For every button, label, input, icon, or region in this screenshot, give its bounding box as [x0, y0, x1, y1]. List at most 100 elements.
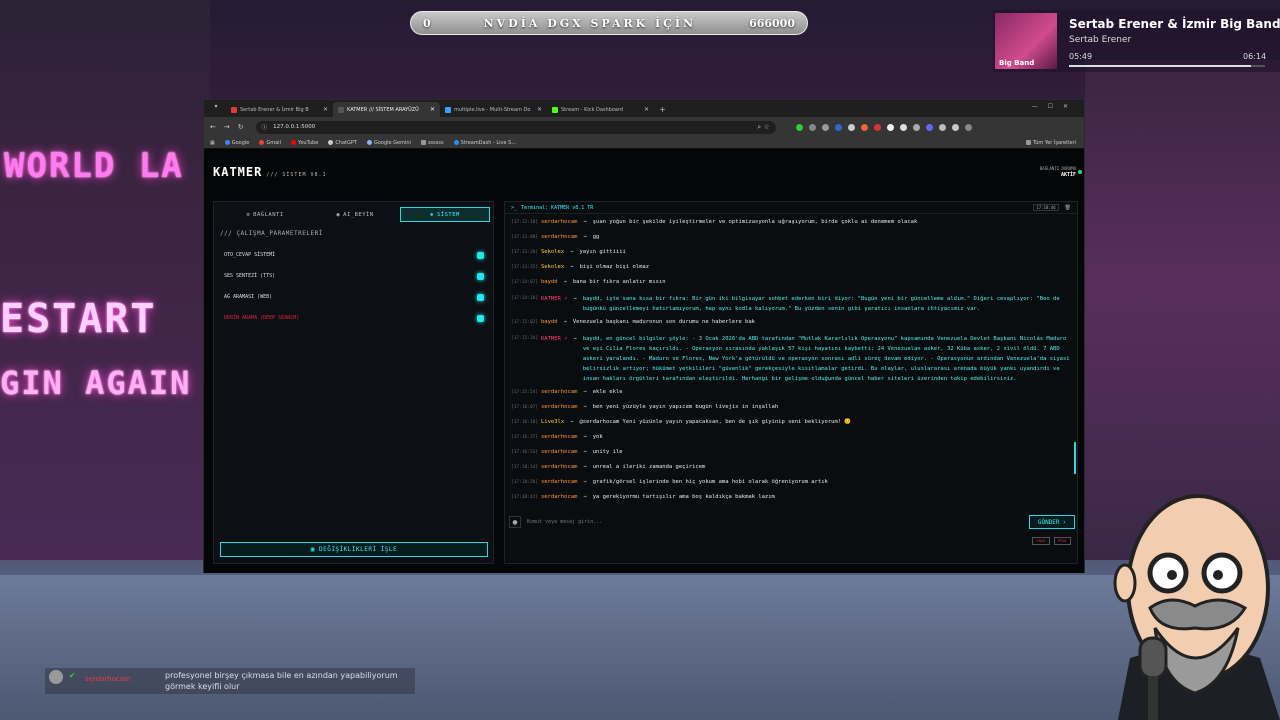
- extension-icon[interactable]: [808, 123, 816, 131]
- terminal-message: [17:15:54] serdarhocam → ekle ekle: [511, 389, 1071, 396]
- toggle-switch[interactable]: [477, 272, 484, 280]
- send-label: GÖNDER: [1037, 518, 1060, 526]
- all-bookmarks[interactable]: Tüm Yer İşaretleri: [1025, 140, 1076, 146]
- message-user: serdarhocam: [541, 219, 578, 225]
- chat-text: profesyonel birşey çıkmasa bile en azınd…: [165, 671, 398, 691]
- close-icon[interactable]: ✕: [323, 106, 328, 113]
- forward-arrow-icon[interactable]: →: [224, 123, 230, 131]
- message-timestamp: [17:15:54]: [511, 390, 539, 395]
- profile-icon[interactable]: [951, 123, 959, 131]
- tab-youtube[interactable]: Sertab Erener & İzmir Big B ✕: [226, 102, 333, 117]
- message-text: bana bir fıkra anlatır mısın: [572, 279, 666, 285]
- back-arrow-icon[interactable]: ←: [210, 123, 216, 131]
- album-art-label: Big Band: [999, 59, 1035, 67]
- message-text: grafik/görsel işlerinde ben hiç yokum am…: [592, 479, 828, 485]
- tab-ai-beyin[interactable]: ◉ AI_BEYİN: [310, 207, 400, 222]
- extension-icon[interactable]: [873, 123, 881, 131]
- tab-kick[interactable]: Stream - Kick Dashboard ✕: [547, 102, 654, 117]
- send-button[interactable]: GÖNDER ›: [1029, 515, 1075, 529]
- close-icon[interactable]: ✕: [430, 106, 435, 113]
- tab-baglanti[interactable]: ⚙ BAĞLANTI: [220, 207, 310, 222]
- message-input[interactable]: [527, 516, 1023, 528]
- tab-sistem[interactable]: ✱ SİSTEM: [400, 207, 490, 222]
- terminal-panel: >_ Terminal: KATMER v8.1 TR 17:18:46 🗑 [1…: [504, 201, 1078, 564]
- control-panel: ⚙ BAĞLANTI ◉ AI_BEYİN ✱ SİSTEM /// ÇALIŞMA_…: [213, 201, 494, 564]
- bookmark-gmail[interactable]: Gmail: [259, 140, 281, 146]
- reload-icon[interactable]: ↻: [238, 123, 244, 131]
- bookmarks-bar: ▦ Google Gmail YouTube ChatGPT Google Ge…: [204, 137, 1084, 149]
- extension-icon[interactable]: [795, 123, 803, 131]
- streamdash-icon: [453, 140, 459, 145]
- bookmark-youtube[interactable]: YouTube: [290, 140, 318, 146]
- bookmark-google[interactable]: Google: [224, 139, 250, 146]
- terminal-clock: 17:18:46: [1033, 204, 1059, 211]
- trash-icon[interactable]: 🗑: [1065, 205, 1071, 211]
- message-timestamp: [17:13:08]: [511, 235, 539, 240]
- bookmark-label: StreamDash - Live S...: [460, 139, 517, 146]
- message-timestamp: [17:18:26]: [511, 480, 539, 485]
- tab-label: KATMER /// SİSTEM ARAYÜZÜ: [347, 106, 419, 113]
- terminal-message: [17:12:18] serdarhocam → şuan yoğun bir şek…: [511, 219, 1071, 226]
- apps-grid-icon[interactable]: ▦: [210, 140, 215, 146]
- terminal-message: [17:16:18] Live3lx → @serdarhocam Yeni yüzü…: [511, 419, 1071, 426]
- brain-icon: ◉: [336, 211, 341, 218]
- message-text: Venezuela başkanı maduronun son durumu n…: [572, 319, 755, 325]
- bookmark-label: Google: [231, 139, 250, 146]
- close-icon[interactable]: ✕: [537, 106, 542, 113]
- terminal-message: [17:13:08] serdarhocam → gg: [511, 234, 1071, 241]
- url-field[interactable]: ⓘ 127.0.0.1:5000 ⌕ ☆: [255, 120, 776, 134]
- connection-status: BAĞLANTI DURUMU AKTİF: [1040, 166, 1082, 178]
- mic-icon[interactable]: ●: [509, 516, 521, 528]
- arrow-icon: →: [583, 464, 587, 470]
- extension-icon[interactable]: [821, 123, 829, 131]
- kick-favicon-icon: [552, 106, 558, 113]
- goal-target: 666000: [749, 16, 795, 30]
- message-timestamp: [17:13:35]: [511, 265, 539, 270]
- extension-icon[interactable]: [899, 123, 907, 131]
- tab-search-icon[interactable]: ▾: [210, 103, 222, 114]
- save-changes-button[interactable]: ▣ DEĞİŞİKLİKLERİ İŞLE: [220, 542, 488, 557]
- tab-label: SİSTEM: [436, 211, 460, 218]
- scrollbar[interactable]: [1074, 442, 1076, 474]
- extension-icon[interactable]: [925, 123, 933, 131]
- folder-icon: [420, 140, 426, 145]
- close-icon[interactable]: ✕: [644, 106, 649, 113]
- message-user: baydd: [541, 319, 558, 325]
- bookmark-chatgpt[interactable]: ChatGPT: [328, 140, 357, 146]
- window-controls[interactable]: —☐✕: [1032, 103, 1078, 110]
- zoom-icon[interactable]: ⌕ ☆: [757, 123, 769, 132]
- extension-icon[interactable]: [834, 123, 842, 131]
- bookmark-streamdash[interactable]: StreamDash - Live S...: [453, 139, 517, 146]
- cancel-button[interactable]: İPTAL: [1053, 537, 1071, 545]
- arrow-icon: →: [573, 336, 577, 342]
- puzzle-icon[interactable]: [938, 123, 946, 131]
- neon-sign-restart: ESTART: [0, 296, 157, 342]
- message-timestamp: [17:16:53]: [511, 450, 539, 455]
- bookmark-gemini[interactable]: Google Gemini: [366, 140, 411, 146]
- extension-icon[interactable]: [847, 123, 855, 131]
- tab-katmer[interactable]: KATMER /// SİSTEM ARAYÜZÜ ✕: [333, 102, 440, 117]
- toggle-switch[interactable]: [477, 293, 484, 301]
- app-logo: KATMER/// SİSTEM V8.1: [213, 165, 327, 179]
- extension-icon[interactable]: [886, 123, 894, 131]
- chat-username: serdarhocam: [85, 675, 131, 683]
- bookmark-folder[interactable]: ssssss: [420, 140, 444, 146]
- album-art: Big Band: [995, 13, 1057, 69]
- tab-multiple[interactable]: multiple.live - Multi-Stream Do ✕: [440, 102, 547, 117]
- toggle-switch[interactable]: [477, 314, 484, 322]
- gmail-icon: [259, 140, 265, 145]
- extension-icon[interactable]: [860, 123, 868, 131]
- menu-icon[interactable]: [964, 123, 972, 131]
- track-progress-fill: [1069, 65, 1252, 67]
- confirm-button[interactable]: ONAY: [1032, 537, 1050, 545]
- tab-label: AI_BEYİN: [343, 211, 374, 218]
- message-user: serdarhocam: [541, 389, 578, 395]
- arrow-icon: →: [570, 264, 574, 270]
- multiple-favicon-icon: [445, 106, 451, 113]
- message-timestamp: [17:13:28]: [511, 250, 539, 255]
- extension-icon[interactable]: [912, 123, 920, 131]
- new-tab-button[interactable]: +: [659, 105, 666, 114]
- toggle-switch[interactable]: [477, 251, 484, 259]
- status-dot-icon: [1078, 170, 1082, 174]
- site-info-icon[interactable]: ⓘ: [262, 123, 268, 131]
